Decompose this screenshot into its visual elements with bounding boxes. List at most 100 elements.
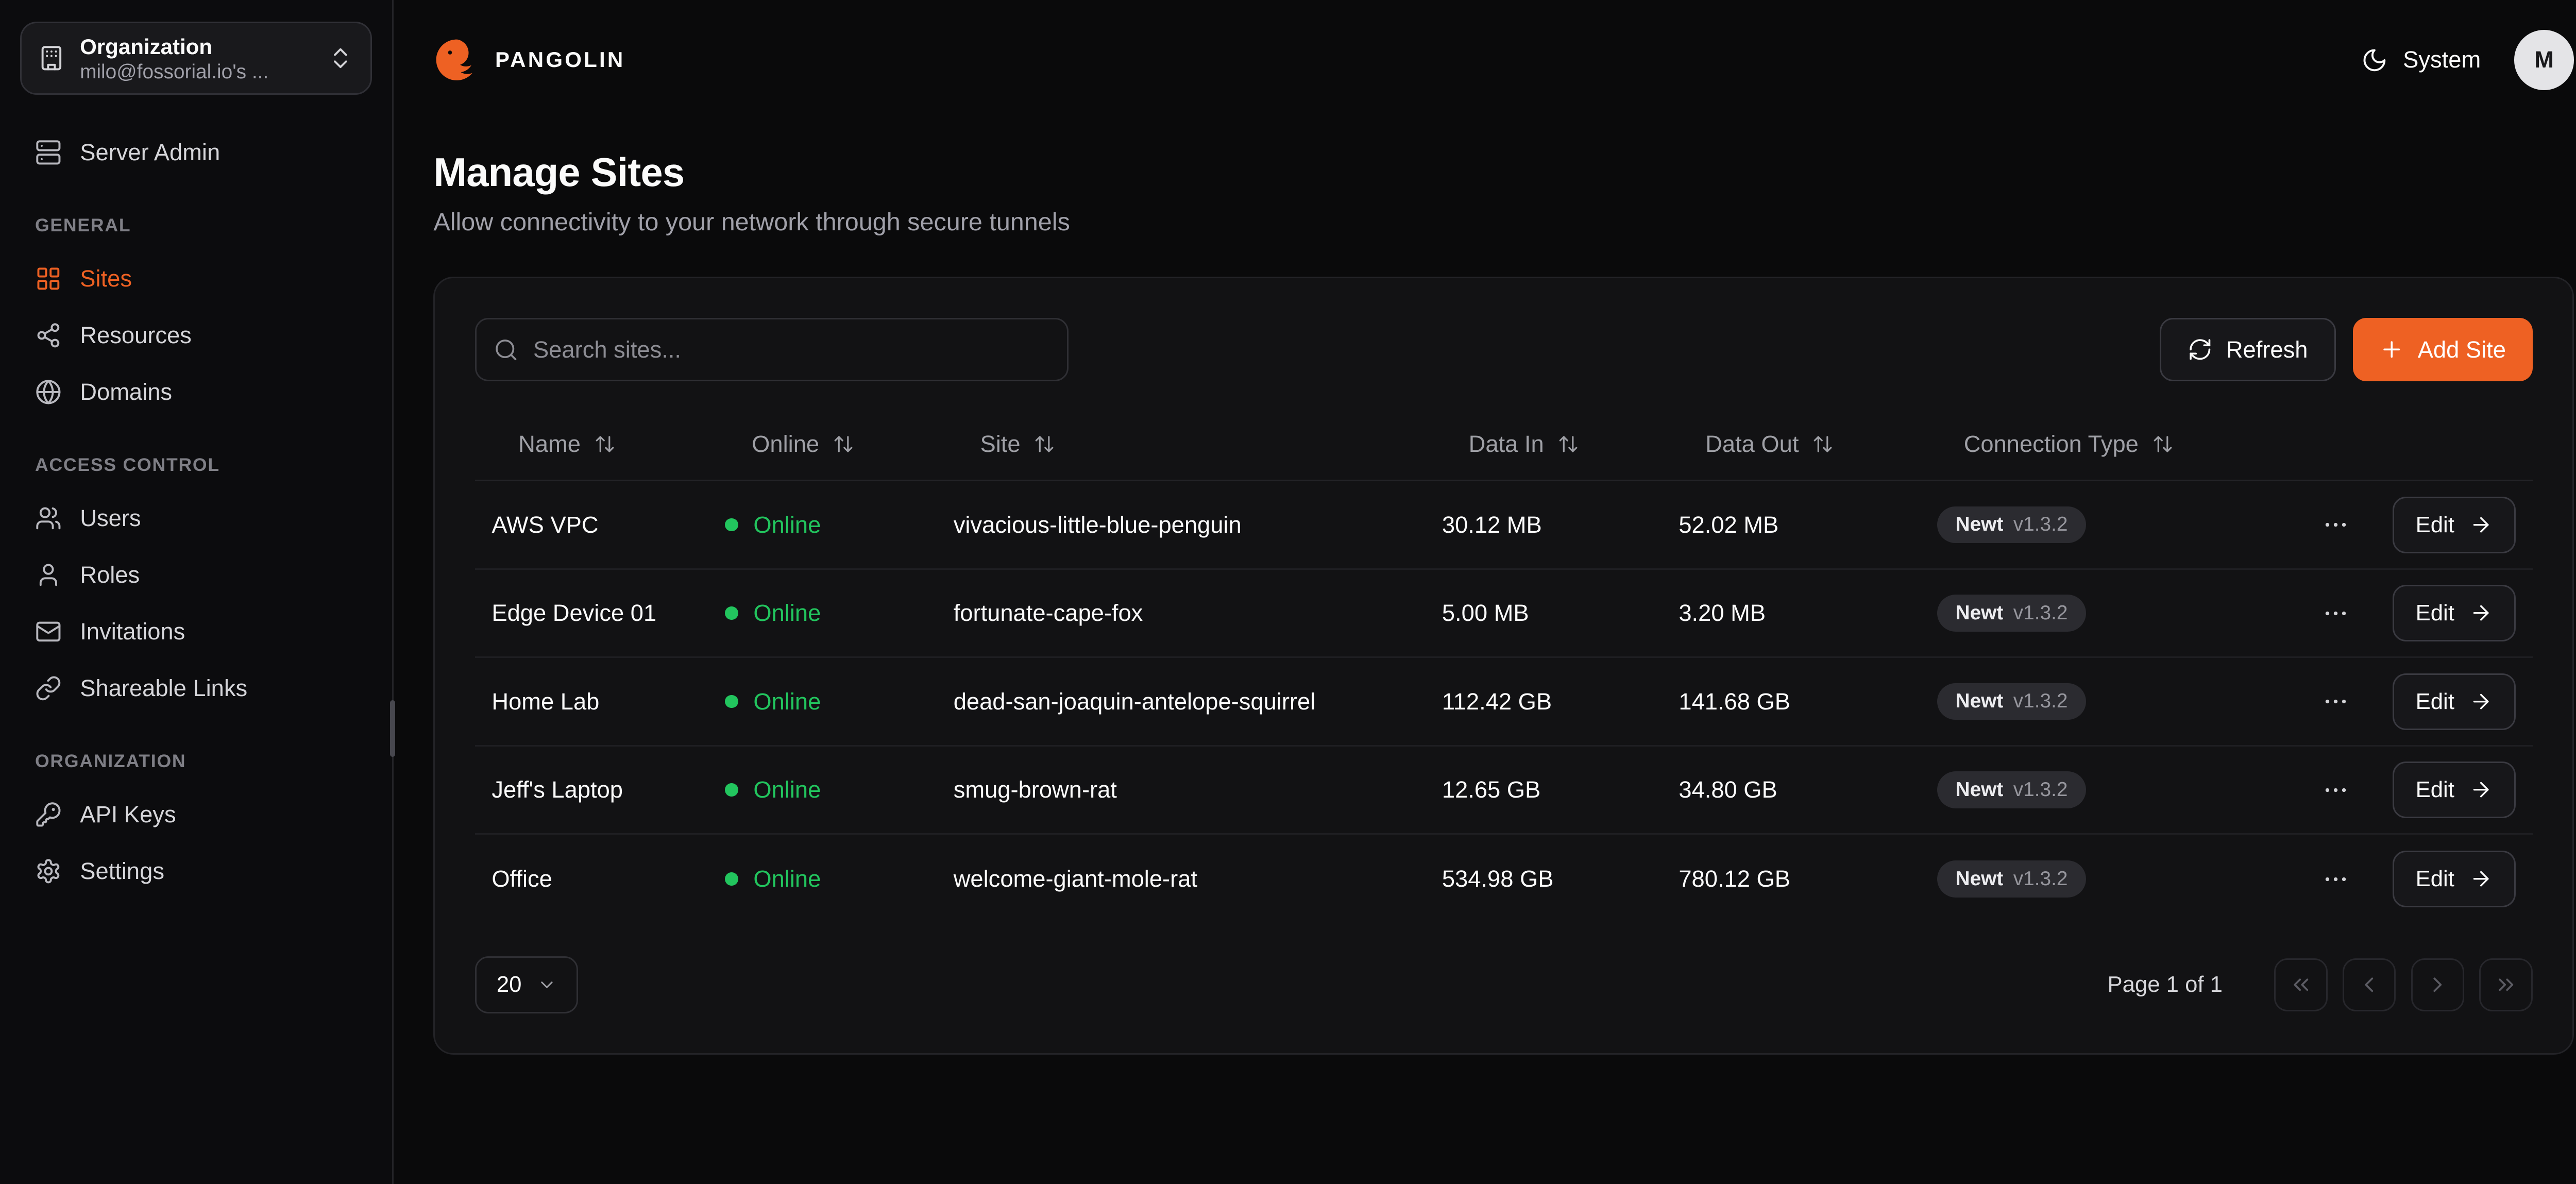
search-box <box>475 318 1069 381</box>
toolbar-actions: Refresh Add Site <box>2160 318 2533 381</box>
sidebar-item-sites[interactable]: Sites <box>20 251 372 307</box>
sidebar-item-invitations[interactable]: Invitations <box>20 604 372 659</box>
edit-site-button[interactable]: Edit <box>2393 673 2516 730</box>
edit-site-button[interactable]: Edit <box>2393 585 2516 641</box>
row-actions-cell <box>2313 856 2386 903</box>
column-header-online[interactable]: Online <box>725 431 953 458</box>
sidebar-item-users[interactable]: Users <box>20 490 372 546</box>
data-in-value: 112.42 GB <box>1442 688 1552 715</box>
data-in-cell: 12.65 GB <box>1442 776 1679 803</box>
refresh-button[interactable]: Refresh <box>2160 318 2336 381</box>
sidebar-item-label: Users <box>80 505 141 532</box>
column-header-site[interactable]: Site <box>954 431 1442 458</box>
moon-icon <box>2361 47 2388 74</box>
avatar[interactable]: M <box>2514 30 2574 90</box>
key-icon <box>35 801 62 828</box>
sidebar-item-label: API Keys <box>80 801 176 828</box>
page-content: Manage Sites Allow connectivity to your … <box>394 120 2576 1095</box>
connection-client: Newt <box>1956 515 2004 535</box>
page-subtitle: Allow connectivity to your network throu… <box>433 208 2574 236</box>
edit-button-label: Edit <box>2416 512 2454 538</box>
sort-icon <box>1033 433 1055 455</box>
site-id: welcome-giant-mole-rat <box>954 866 1197 892</box>
sort-icon <box>1812 433 1834 455</box>
connection-type-cell: Newtv1.3.2 <box>1937 683 2313 720</box>
page-size-select[interactable]: 20 <box>475 956 578 1013</box>
connection-type-cell: Newtv1.3.2 <box>1937 771 2313 808</box>
page-title: Manage Sites <box>433 150 2574 196</box>
data-out-value: 141.68 GB <box>1679 688 1790 715</box>
sidebar-item-label: Server Admin <box>80 139 220 166</box>
edit-cell: Edit <box>2386 497 2516 553</box>
sidebar-item-label: Invitations <box>80 618 185 645</box>
sidebar-item-server-admin[interactable]: Server Admin <box>20 125 372 180</box>
more-options-button[interactable] <box>2313 856 2360 903</box>
data-out-value: 780.12 GB <box>1679 866 1790 892</box>
edit-cell: Edit <box>2386 585 2516 641</box>
search-input[interactable] <box>475 318 1069 381</box>
online-status-cell: Online <box>725 512 953 538</box>
topbar: PANGOLIN System M <box>394 0 2576 120</box>
add-site-button[interactable]: Add Site <box>2353 318 2533 381</box>
edit-site-button[interactable]: Edit <box>2393 851 2516 907</box>
site-name-cell: AWS VPC <box>492 512 725 538</box>
server-icon <box>35 139 62 166</box>
sidebar-item-label: Resources <box>80 322 192 349</box>
sidebar-resize-handle[interactable] <box>390 700 395 757</box>
sidebar-item-label: Settings <box>80 858 164 885</box>
more-options-button[interactable] <box>2313 767 2360 814</box>
sidebar-item-roles[interactable]: Roles <box>20 547 372 602</box>
online-status-dot <box>725 606 738 620</box>
row-actions-cell <box>2313 590 2386 637</box>
column-header-label: Data Out <box>1705 431 1799 458</box>
sidebar-item-shareable-links[interactable]: Shareable Links <box>20 661 372 716</box>
ellipsis-icon <box>2321 511 2350 539</box>
sidebar-item-api-keys[interactable]: API Keys <box>20 787 372 842</box>
sort-icon <box>594 433 616 455</box>
edit-site-button[interactable]: Edit <box>2393 497 2516 553</box>
connection-type-cell: Newtv1.3.2 <box>1937 506 2313 543</box>
sidebar-item-resources[interactable]: Resources <box>20 308 372 363</box>
column-header-label: Site <box>980 431 1020 458</box>
connection-type-badge: Newtv1.3.2 <box>1937 506 2086 543</box>
data-out-cell: 34.80 GB <box>1679 776 1937 803</box>
theme-toggle-button[interactable]: System <box>2361 46 2481 73</box>
sidebar: Organization milo@fossorial.io's ... Ser… <box>0 0 394 1184</box>
sidebar-item-settings[interactable]: Settings <box>20 843 372 899</box>
online-status-cell: Online <box>725 600 953 627</box>
globe-icon <box>35 379 62 405</box>
chevron-down-icon <box>537 975 557 995</box>
section-label-organization: ORGANIZATION <box>35 751 357 772</box>
more-options-button[interactable] <box>2313 678 2360 725</box>
sidebar-item-domains[interactable]: Domains <box>20 365 372 420</box>
column-header-connection-type[interactable]: Connection Type <box>1937 431 2313 458</box>
site-name-cell: Edge Device 01 <box>492 600 725 627</box>
site-name: Jeff's Laptop <box>492 776 623 803</box>
online-status-cell: Online <box>725 866 953 892</box>
edit-site-button[interactable]: Edit <box>2393 762 2516 818</box>
data-out-cell: 141.68 GB <box>1679 688 1937 715</box>
column-header-name[interactable]: Name <box>492 431 725 458</box>
app-root: Organization milo@fossorial.io's ... Ser… <box>0 0 2576 1184</box>
column-header-data-out[interactable]: Data Out <box>1679 431 1937 458</box>
sidebar-item-label: Shareable Links <box>80 675 247 702</box>
online-status-dot <box>725 518 738 532</box>
sidebar-nav: Server Admin GENERAL Sites Resources Dom… <box>20 125 372 899</box>
column-header-data-in[interactable]: Data In <box>1442 431 1679 458</box>
online-status-cell: Online <box>725 688 953 715</box>
last-page-button[interactable] <box>2479 958 2533 1012</box>
connection-type-badge: Newtv1.3.2 <box>1937 860 2086 897</box>
prev-page-button[interactable] <box>2343 958 2396 1012</box>
connection-client: Newt <box>1956 691 2004 712</box>
sidebar-item-label: Roles <box>80 562 140 588</box>
more-options-button[interactable] <box>2313 590 2360 637</box>
column-header-label: Online <box>752 431 819 458</box>
first-page-button[interactable] <box>2274 958 2328 1012</box>
ellipsis-icon <box>2321 599 2350 628</box>
chevrons-left-icon <box>2289 972 2314 997</box>
next-page-button[interactable] <box>2411 958 2465 1012</box>
data-in-value: 30.12 MB <box>1442 512 1542 538</box>
site-id-cell: fortunate-cape-fox <box>954 600 1442 627</box>
more-options-button[interactable] <box>2313 501 2360 548</box>
org-picker[interactable]: Organization milo@fossorial.io's ... <box>20 22 372 95</box>
